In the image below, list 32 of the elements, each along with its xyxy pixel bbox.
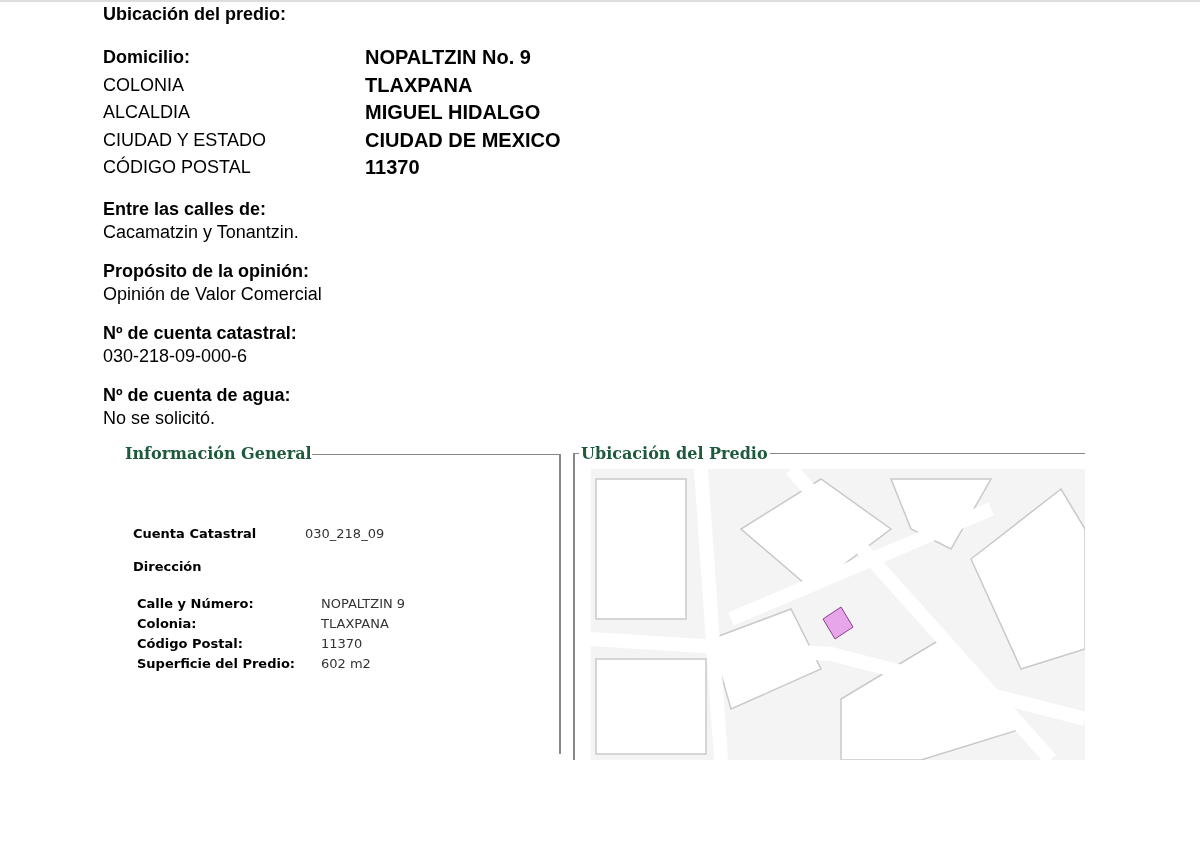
section-title: Nº de cuenta catastral: bbox=[103, 321, 298, 345]
field-label: Calle y Número: bbox=[137, 594, 255, 613]
field-label: COLONIA bbox=[103, 73, 186, 97]
field-label: Colonia: bbox=[137, 614, 198, 633]
field-value: 11370 bbox=[321, 634, 364, 653]
section-title: Entre las calles de: bbox=[103, 197, 268, 221]
section-text: Cacamatzin y Tonantzin. bbox=[103, 220, 300, 244]
section-title: Nº de cuenta de agua: bbox=[103, 383, 292, 407]
field-heading: Dirección bbox=[133, 558, 203, 574]
field-value: TLAXPANA bbox=[365, 72, 474, 98]
field-value: 602 m2 bbox=[321, 654, 372, 673]
section-heading: Ubicación del predio: bbox=[103, 3, 288, 26]
field-label: ALCALDIA bbox=[103, 101, 192, 124]
section-title: Propósito de la opinión: bbox=[103, 259, 310, 283]
field-label: Superficie del Predio: bbox=[137, 654, 297, 673]
section-text: Opinión de Valor Comercial bbox=[103, 282, 323, 306]
field-label: CIUDAD Y ESTADO bbox=[103, 128, 268, 152]
field-value: MIGUEL HIDALGO bbox=[365, 100, 542, 125]
field-value: 11370 bbox=[365, 155, 421, 180]
field-value: TLAXPANA bbox=[321, 614, 390, 633]
panel-title: Ubicación del Predio bbox=[580, 443, 769, 463]
field-value: NOPALTZIN No. 9 bbox=[365, 45, 532, 70]
panel-title: Información General bbox=[125, 443, 312, 463]
section-text: No se solicitó. bbox=[103, 406, 217, 430]
field-label: Código Postal: bbox=[137, 634, 244, 653]
field-value: CIUDAD DE MEXICO bbox=[365, 127, 562, 153]
field-label: Cuenta Catastral bbox=[133, 525, 258, 541]
field-label: CÓDIGO POSTAL bbox=[103, 155, 252, 179]
section-text: 030-218-09-000-6 bbox=[103, 344, 249, 368]
field-value: 030_218_09 bbox=[305, 525, 385, 541]
field-label: Domicilio: bbox=[103, 46, 191, 69]
field-value: NOPALTZIN 9 bbox=[321, 594, 407, 613]
